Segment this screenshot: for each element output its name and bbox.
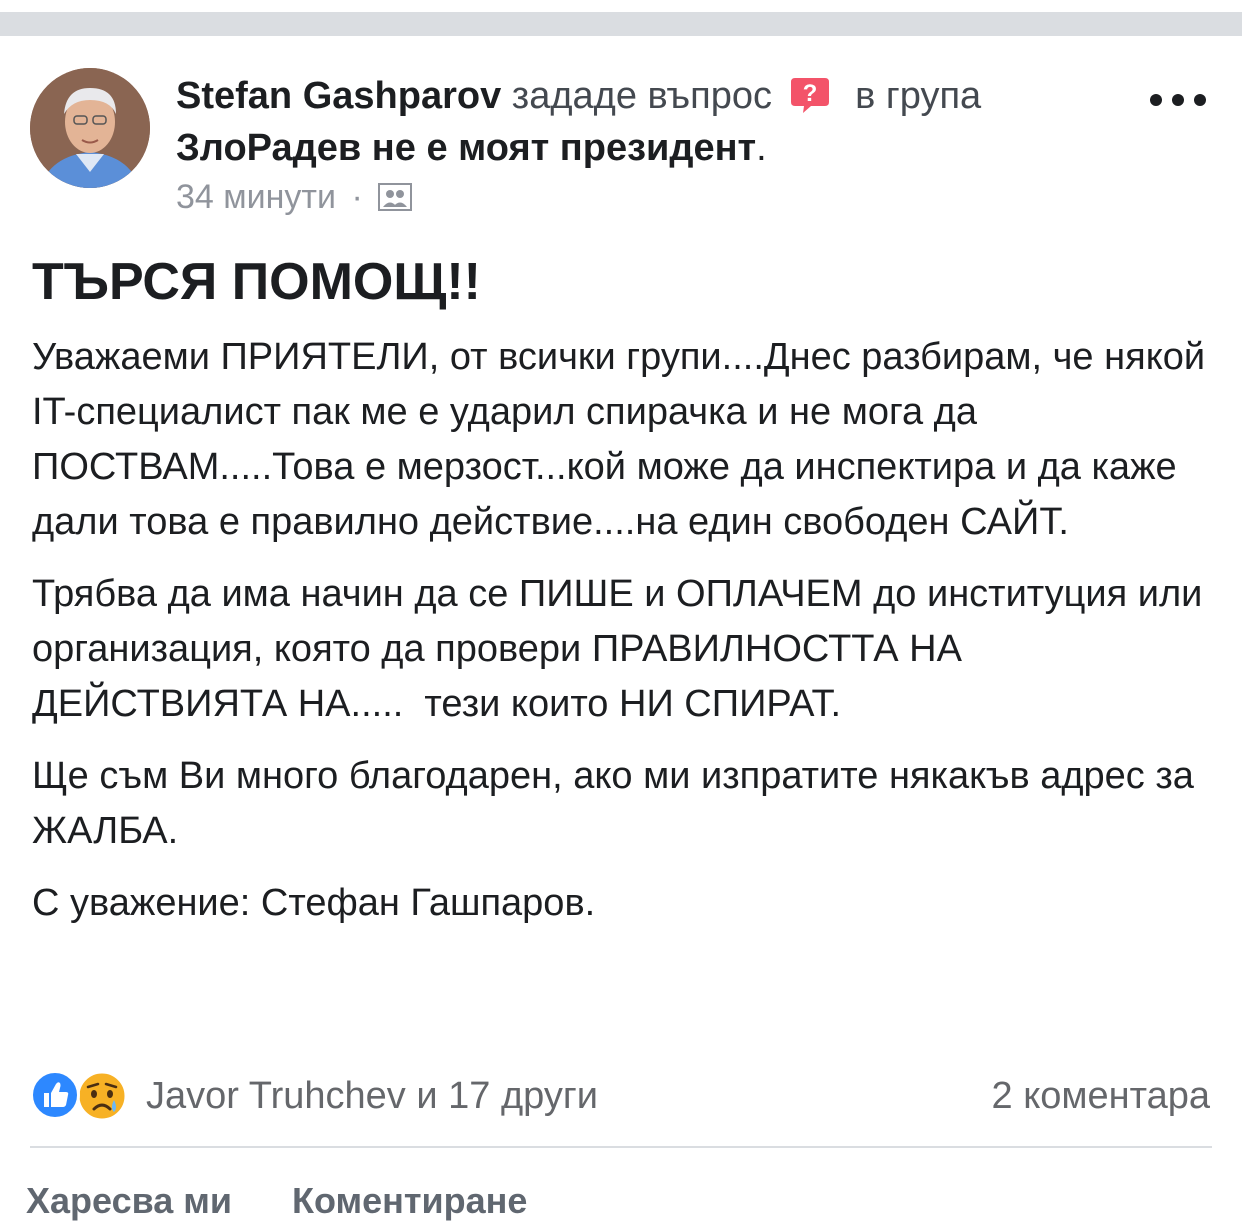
more-dot-icon [1150, 94, 1162, 106]
like-button[interactable]: Харесва ми [26, 1179, 232, 1223]
meta-separator: · [351, 178, 363, 216]
group-name-link[interactable]: ЗлоРадев не е моят президент [176, 127, 756, 169]
post-body: Уважаеми ПРИЯТЕЛИ, от всички групи....Дн… [32, 330, 1217, 948]
author-name[interactable]: Stefan Gashparov [176, 75, 501, 117]
post-header: Stefan Gashparov зададе въпрос ? в група [176, 72, 1126, 120]
post-meta: 34 минути · [176, 177, 413, 217]
sad-icon [76, 1070, 128, 1122]
post-paragraph: С уважение: Стефан Гашпаров. [32, 882, 596, 924]
post-paragraph: Уважаеми ПРИЯТЕЛИ, от всички групи....Дн… [32, 336, 1216, 543]
group-members-icon [378, 180, 413, 211]
more-dot-icon [1194, 94, 1206, 106]
more-dot-icon [1172, 94, 1184, 106]
feed-post: Stefan Gashparov зададе въпрос ? в група… [0, 36, 1242, 1226]
reactions-summary[interactable]: Javor Truhchev и 17 други 2 коментара [30, 1070, 1215, 1122]
post-action-bar: Харесва ми Коментиране [26, 1179, 1216, 1227]
question-mark-badge-icon: ? [789, 76, 831, 114]
group-suffix: . [756, 127, 767, 169]
post-paragraph: Ще съм Ви много благодарен, ако ми изпра… [32, 755, 1205, 852]
avatar[interactable] [30, 68, 150, 188]
post-header-group: ЗлоРадев не е моят президент. [176, 124, 1126, 172]
post-action-text: зададе въпрос [511, 75, 773, 117]
like-icon [30, 1070, 80, 1120]
comments-count[interactable]: 2 коментара [992, 1072, 1211, 1120]
avatar-photo [30, 68, 150, 188]
in-group-text: в група [855, 75, 982, 117]
more-options-button[interactable] [1150, 88, 1206, 112]
post-paragraph: Трябва да има начин да се ПИШЕ и ОПЛАЧЕМ… [32, 573, 1213, 725]
action-divider [30, 1146, 1212, 1148]
reactors-text[interactable]: Javor Truhchev и 17 други [146, 1072, 598, 1120]
post-title: ТЪРСЯ ПОМОЩ!! [32, 253, 481, 311]
comment-button[interactable]: Коментиране [292, 1179, 527, 1223]
feed-separator [0, 12, 1242, 36]
post-timestamp[interactable]: 34 минути [176, 178, 336, 216]
svg-text:?: ? [802, 80, 817, 107]
